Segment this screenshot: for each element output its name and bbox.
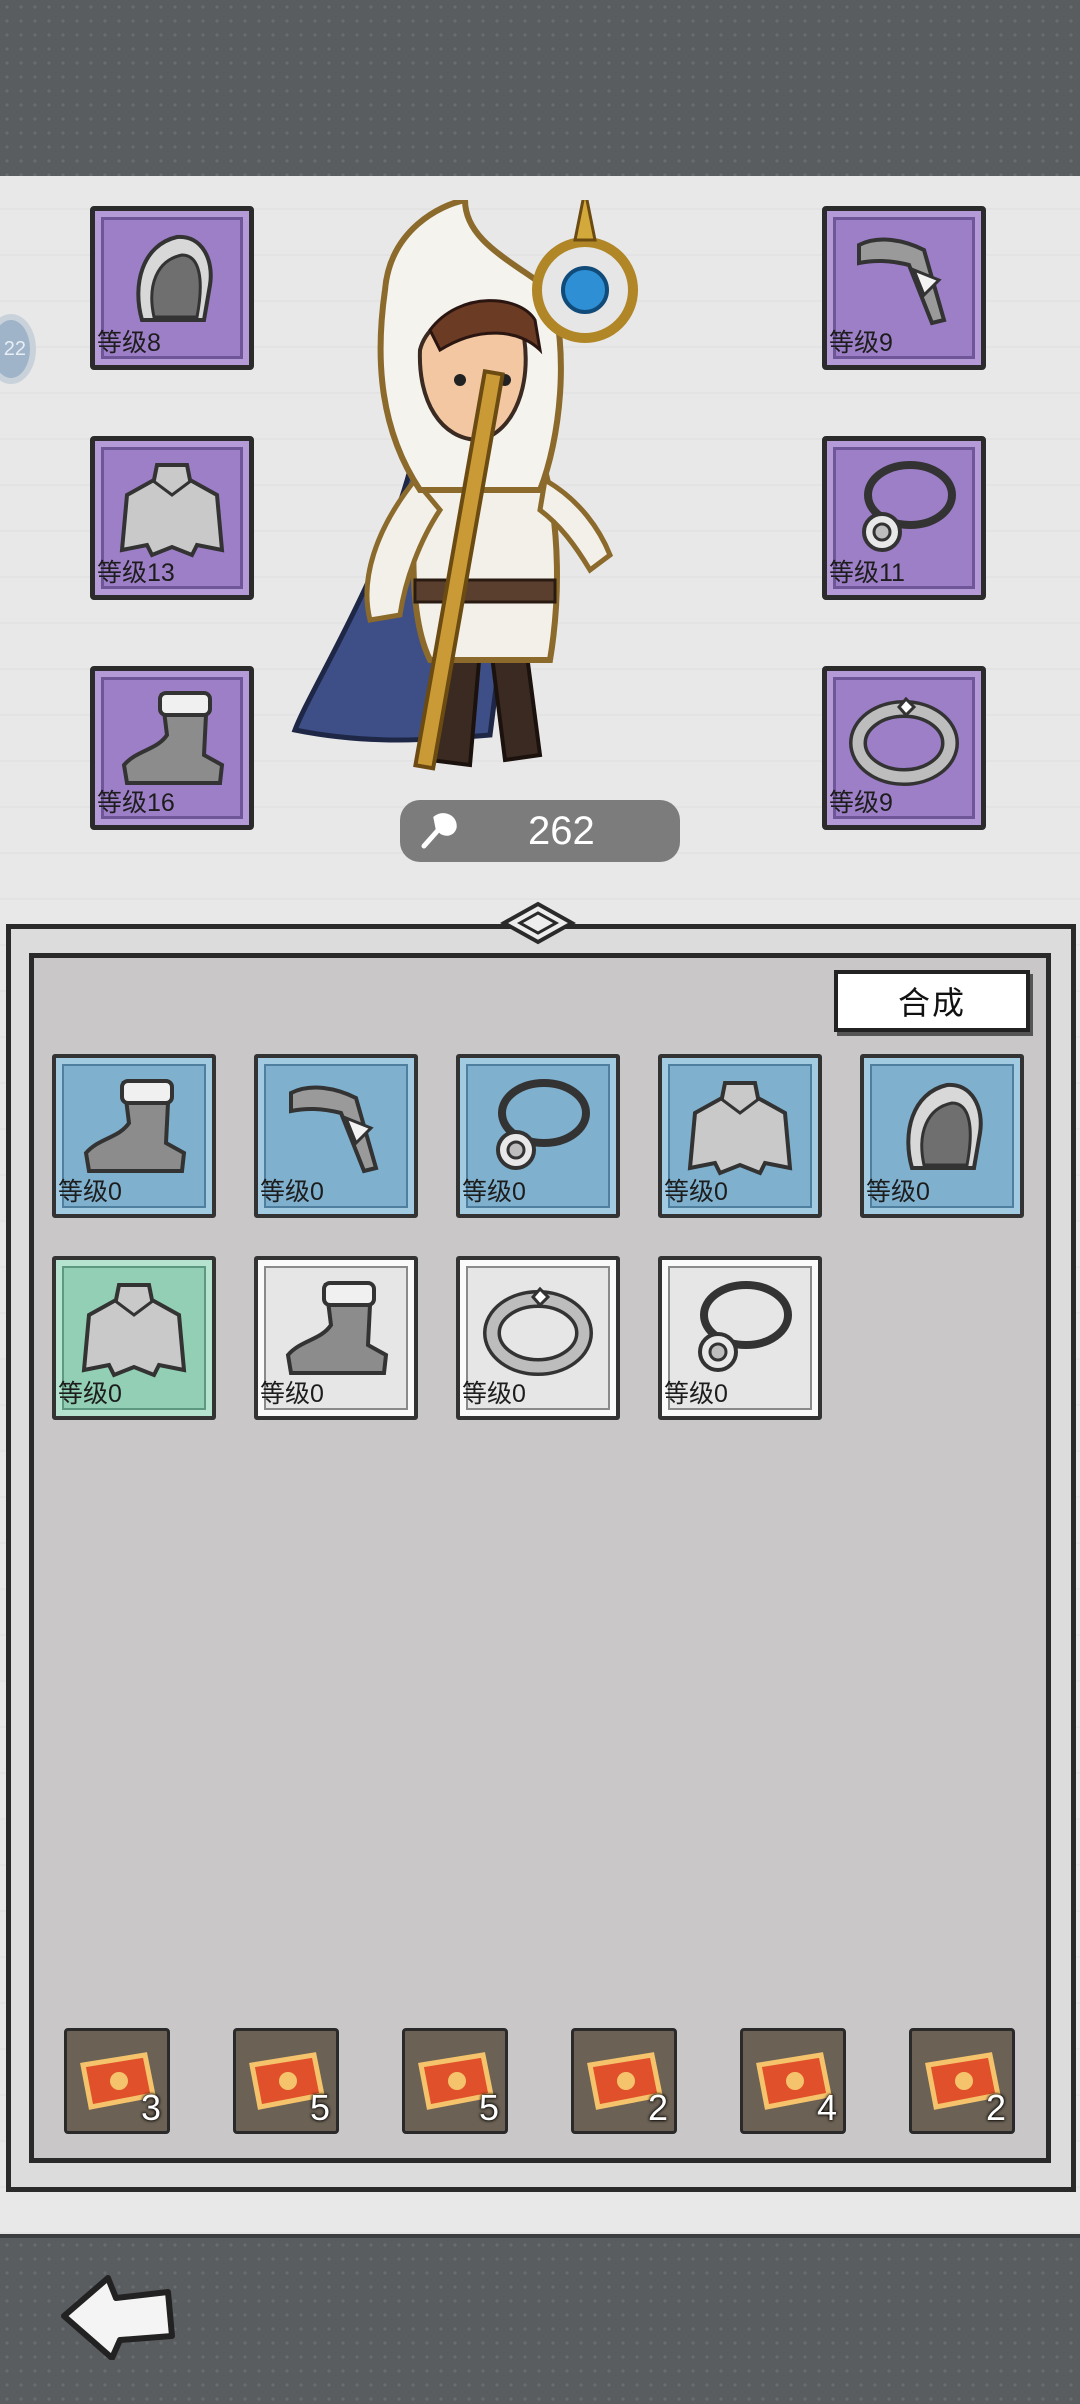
inventory-item[interactable]: 等级0 — [254, 1256, 418, 1420]
scroll-item[interactable]: 3 — [64, 2028, 170, 2134]
ring-icon — [483, 1286, 593, 1377]
scroll-item[interactable]: 5 — [233, 2028, 339, 2134]
hood-icon — [906, 1083, 983, 1171]
equip-slot-cape[interactable]: 等级13 — [90, 436, 254, 600]
equip-slot-ring[interactable]: 等级9 — [822, 666, 986, 830]
inventory-item[interactable]: 等级0 — [658, 1256, 822, 1420]
panel-tab-ornament — [500, 901, 576, 945]
scroll-item[interactable]: 2 — [909, 2028, 1015, 2134]
inventory-item[interactable]: 等级0 — [52, 1256, 216, 1420]
inventory-item[interactable]: 等级0 — [456, 1256, 620, 1420]
boot-icon — [285, 1281, 389, 1376]
boot-icon — [83, 1079, 187, 1174]
equip-slot-boots[interactable]: 等级16 — [90, 666, 254, 830]
back-arrow-icon[interactable] — [58, 2270, 178, 2360]
power-score-bar: 262 — [400, 800, 680, 862]
cape-icon — [687, 1081, 793, 1176]
boot-icon — [121, 691, 225, 786]
hood-icon — [136, 235, 213, 323]
inventory-item[interactable]: 等级0 — [456, 1054, 620, 1218]
staff-icon — [289, 1085, 379, 1174]
necklace-icon — [698, 1281, 792, 1373]
inventory-item[interactable]: 等级0 — [860, 1054, 1024, 1218]
necklace-icon — [496, 1079, 590, 1171]
inventory-item[interactable]: 等级0 — [658, 1054, 822, 1218]
inventory-item[interactable]: 等级0 — [52, 1054, 216, 1218]
staff-icon — [857, 237, 947, 326]
craft-button[interactable]: 合成 — [834, 970, 1030, 1032]
power-icon — [421, 813, 457, 849]
ring-icon — [849, 697, 959, 787]
equip-slot-necklace[interactable]: 等级11 — [822, 436, 986, 600]
inventory-item[interactable]: 等级0 — [254, 1054, 418, 1218]
cape-icon — [119, 463, 225, 558]
top-bar — [0, 0, 1080, 180]
scroll-item[interactable]: 2 — [571, 2028, 677, 2134]
scroll-item[interactable]: 5 — [402, 2028, 508, 2134]
equip-slot-staff[interactable]: 等级9 — [822, 206, 986, 370]
scroll-item[interactable]: 4 — [740, 2028, 846, 2134]
cape-icon — [81, 1283, 187, 1378]
hero-character — [291, 200, 638, 771]
equip-slot-hood[interactable]: 等级8 — [90, 206, 254, 370]
